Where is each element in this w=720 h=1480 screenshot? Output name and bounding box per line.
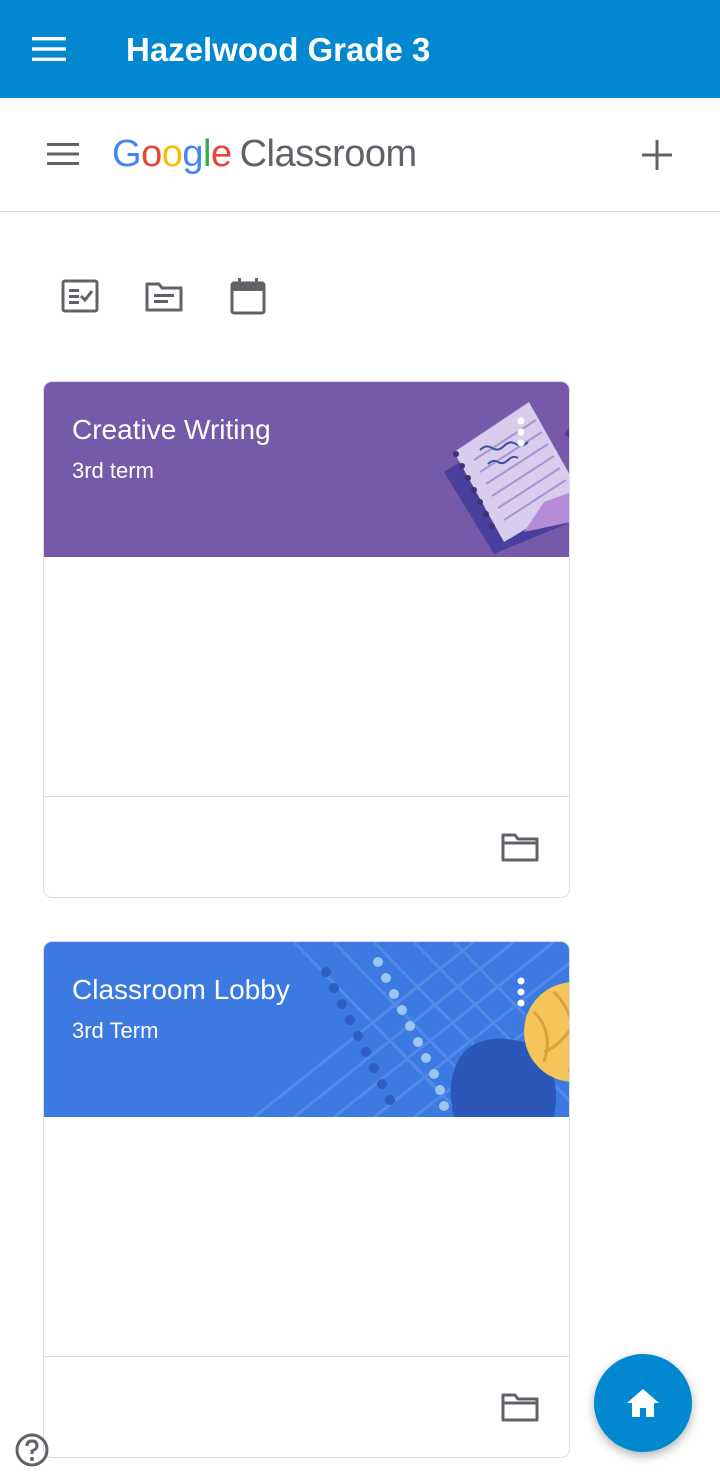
home-icon [627, 1389, 659, 1417]
class-card[interactable]: Creative Writing 3rd term [43, 381, 570, 898]
calendar-icon[interactable] [228, 276, 268, 316]
logo-letter: l [202, 133, 211, 175]
logo-letter: e [210, 133, 232, 175]
google-classroom-logo[interactable]: Google Classroom [112, 128, 417, 180]
more-vert-icon[interactable] [509, 416, 533, 448]
toolbar [60, 276, 268, 316]
classroom-header: Google Classroom [0, 98, 720, 212]
card-footer [44, 797, 569, 897]
class-banner[interactable]: Creative Writing 3rd term [44, 382, 569, 557]
todo-icon[interactable] [60, 276, 100, 316]
class-section: 3rd Term [72, 1018, 159, 1043]
card-body [44, 1117, 569, 1357]
card-body [44, 557, 569, 797]
app-bar: Hazelwood Grade 3 [0, 0, 720, 98]
class-section: 3rd term [72, 458, 154, 483]
card-footer [44, 1357, 569, 1457]
class-list-icon[interactable] [144, 276, 184, 316]
class-name[interactable]: Creative Writing [72, 412, 271, 448]
more-vert-icon[interactable] [509, 976, 533, 1008]
folder-icon[interactable] [499, 1387, 541, 1427]
class-banner[interactable]: Classroom Lobby 3rd Term [44, 942, 569, 1117]
logo-letter: o [141, 133, 162, 175]
app-title: Hazelwood Grade 3 [126, 31, 431, 68]
help-icon[interactable] [14, 1432, 50, 1468]
logo-letter: o [161, 133, 183, 175]
logo-product-name: Classroom [239, 133, 418, 175]
class-name[interactable]: Classroom Lobby [72, 972, 290, 1008]
home-button[interactable] [594, 1354, 692, 1452]
classroom-menu-icon[interactable] [40, 134, 86, 174]
folder-icon[interactable] [499, 827, 541, 867]
logo-letter: g [182, 133, 203, 175]
logo-letter: G [112, 133, 142, 175]
class-card[interactable]: Classroom Lobby 3rd Term [43, 941, 570, 1458]
plus-icon[interactable] [632, 130, 682, 180]
menu-icon[interactable] [28, 28, 70, 70]
notebook-illustration [444, 402, 569, 554]
